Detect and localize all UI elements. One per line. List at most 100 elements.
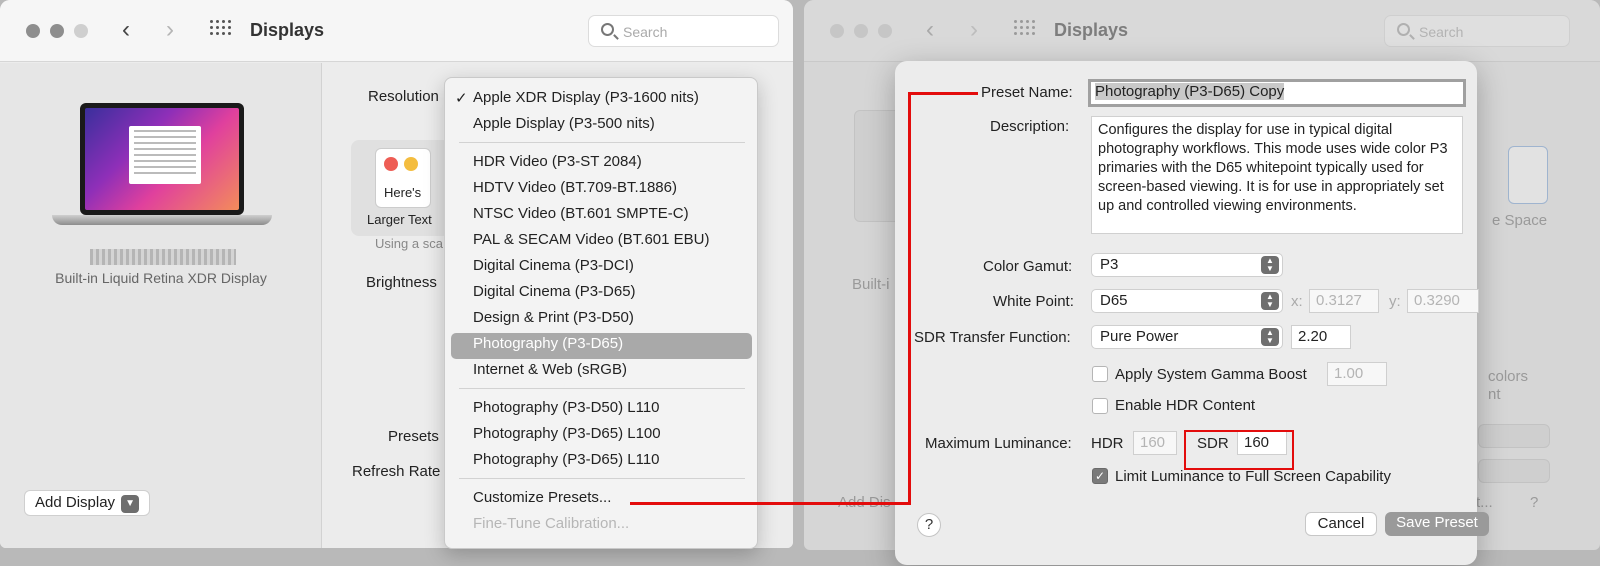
back-arrow-icon[interactable]: ‹	[122, 17, 130, 43]
close-window-button[interactable]	[26, 24, 40, 38]
menu-separator	[459, 142, 745, 143]
color-gamut-popup[interactable]: P3 ▲ ▼	[1091, 253, 1283, 277]
search-icon	[1397, 23, 1410, 36]
menu-item-internet-web[interactable]: Internet & Web (sRGB)	[473, 361, 627, 378]
help-button[interactable]: ?	[917, 513, 941, 537]
white-point-popup[interactable]: D65 ▲ ▼	[1091, 289, 1283, 313]
resolution-label: Resolution	[368, 88, 439, 105]
menu-item-customize-presets[interactable]: Customize Presets...	[473, 489, 611, 506]
add-display-label: Add Display	[35, 494, 116, 511]
description-label: Description:	[990, 118, 1070, 135]
annotation-arrow-horizontal	[630, 502, 910, 505]
redacted-serial	[90, 249, 236, 265]
gamma-boost-label: Apply System Gamma Boost	[1115, 366, 1307, 383]
window-title: Displays	[1054, 20, 1129, 40]
menu-item-photography-d65-l100[interactable]: Photography (P3-D65) L100	[473, 425, 661, 442]
hdr-label: HDR	[1091, 435, 1124, 452]
minimize-window-button[interactable]	[854, 24, 868, 38]
thumb-sample-text: Here's	[384, 185, 422, 200]
menu-item-pal-secam-video[interactable]: PAL & SECAM Video (BT.601 EBU)	[473, 231, 710, 248]
display-name-label: Built-in Liquid Retina XDR Display	[55, 270, 267, 286]
stepper-arrows-icon: ▲ ▼	[1261, 328, 1279, 346]
zoom-window-button[interactable]	[878, 24, 892, 38]
menu-item-digital-cinema-d65[interactable]: Digital Cinema (P3-D65)	[473, 283, 636, 300]
white-point-value: D65	[1100, 292, 1128, 309]
menu-item-digital-cinema-dci[interactable]: Digital Cinema (P3-DCI)	[473, 257, 634, 274]
menu-item-photography-d65[interactable]: Photography (P3-D65)	[473, 335, 623, 352]
hdr-content-checkbox[interactable]	[1092, 398, 1108, 414]
menu-item-apple-xdr[interactable]: Apple XDR Display (P3-1600 nits)	[455, 89, 699, 107]
menu-separator	[459, 478, 745, 479]
menu-item-apple-display[interactable]: Apple Display (P3-500 nits)	[473, 115, 655, 132]
yellow-dot-icon	[404, 157, 418, 171]
presets-label: Presets	[388, 428, 439, 445]
color-gamut-value: P3	[1100, 256, 1119, 273]
forward-arrow-icon[interactable]: ›	[166, 17, 174, 43]
menu-separator	[459, 388, 745, 389]
display-list-pane: Built-in Liquid Retina XDR Display Add D…	[0, 63, 322, 548]
ghost-presets-popup	[1478, 424, 1550, 448]
menu-item-photography-d50-l110[interactable]: Photography (P3-D50) L110	[473, 399, 660, 416]
menu-item-ntsc-video[interactable]: NTSC Video (BT.601 SMPTE-C)	[473, 205, 689, 222]
sdr-transfer-function-label: SDR Transfer Function:	[914, 329, 1071, 346]
annotation-arrow-vertical	[908, 92, 911, 505]
zoom-window-button[interactable]	[74, 24, 88, 38]
save-preset-button[interactable]: Save Preset	[1385, 512, 1489, 536]
menu-item-fine-tune-calibration: Fine-Tune Calibration...	[473, 515, 630, 532]
limit-luminance-checkbox[interactable]: ✓	[1092, 468, 1108, 484]
preset-name-label: Preset Name:	[981, 84, 1073, 101]
search-field[interactable]: Search	[588, 15, 779, 47]
description-field[interactable]: Configures the display for use in typica…	[1091, 116, 1463, 234]
menu-item-hdr-video[interactable]: HDR Video (P3-ST 2084)	[473, 153, 642, 170]
window-toolbar: ‹ › Displays Search	[804, 0, 1600, 62]
limit-luminance-label: Limit Luminance to Full Screen Capabilit…	[1115, 468, 1391, 485]
sdr-transfer-function-popup[interactable]: Pure Power ▲ ▼	[1091, 325, 1283, 349]
red-dot-icon	[384, 157, 398, 171]
ghost-builtin-label: Built-i	[852, 276, 890, 293]
annotation-sdr-highlight	[1184, 430, 1294, 470]
hdr-content-label: Enable HDR Content	[1115, 397, 1256, 414]
stepper-arrows-icon: ▲ ▼	[1261, 256, 1279, 274]
back-arrow-icon[interactable]: ‹	[926, 17, 934, 43]
gamma-field[interactable]: 2.20	[1291, 325, 1351, 349]
using-scaled-text: Using a sca	[375, 236, 443, 251]
y-coordinate-field: 0.3290	[1407, 289, 1479, 313]
gamma-boost-field: 1.00	[1327, 362, 1387, 386]
color-gamut-label: Color Gamut:	[983, 258, 1073, 275]
show-all-grid-icon[interactable]	[210, 20, 232, 40]
y-label: y:	[1389, 293, 1401, 310]
ghost-help: ?	[1530, 494, 1539, 511]
menu-item-design-print[interactable]: Design & Print (P3-D50)	[473, 309, 634, 326]
ghost-refresh-popup	[1478, 459, 1550, 483]
window-title: Displays	[250, 20, 325, 40]
gamma-boost-checkbox[interactable]	[1092, 366, 1108, 382]
ghost-nt-label: nt	[1488, 386, 1501, 403]
preset-name-value: Photography (P3-D65) Copy	[1095, 83, 1285, 100]
minimize-window-button[interactable]	[50, 24, 64, 38]
search-placeholder: Search	[623, 24, 668, 40]
x-coordinate-field: 0.3127	[1309, 289, 1379, 313]
sdr-transfer-function-value: Pure Power	[1100, 328, 1179, 345]
search-icon	[601, 23, 614, 36]
edit-preset-sheet: Preset Name: Photography (P3-D65) Copy D…	[895, 61, 1489, 565]
preset-dropdown-menu: Apple XDR Display (P3-1600 nits) Apple D…	[444, 77, 758, 549]
stepper-arrows-icon: ▲ ▼	[1261, 292, 1279, 310]
add-display-button[interactable]: Add Display ▼	[24, 490, 151, 516]
white-point-label: White Point:	[993, 293, 1074, 310]
ghost-button-label: t...	[1476, 494, 1493, 511]
maximum-luminance-label: Maximum Luminance:	[925, 435, 1072, 452]
laptop-display-icon[interactable]	[52, 103, 272, 237]
hdr-luminance-field: 160	[1133, 431, 1177, 455]
close-window-button[interactable]	[830, 24, 844, 38]
x-label: x:	[1291, 293, 1303, 310]
show-all-grid-icon[interactable]	[1014, 20, 1036, 40]
window-toolbar: ‹ › Displays Search	[0, 0, 793, 62]
ghost-color-space-label: e Space	[1492, 212, 1548, 229]
menu-item-hdtv-video[interactable]: HDTV Video (BT.709-BT.1886)	[473, 179, 677, 196]
forward-arrow-icon[interactable]: ›	[970, 17, 978, 43]
menu-item-photography-d65-l110[interactable]: Photography (P3-D65) L110	[473, 451, 660, 468]
preset-name-field[interactable]: Photography (P3-D65) Copy	[1088, 79, 1466, 107]
brightness-label: Brightness	[366, 274, 437, 291]
search-field[interactable]: Search	[1384, 15, 1570, 47]
cancel-button[interactable]: Cancel	[1305, 512, 1377, 536]
